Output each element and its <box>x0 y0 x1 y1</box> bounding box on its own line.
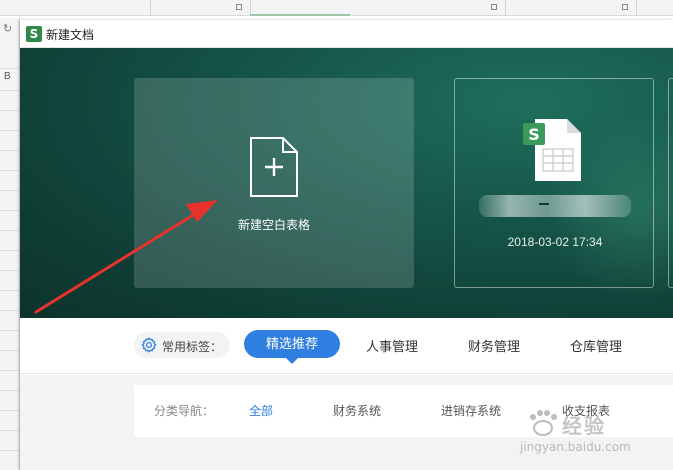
new-blank-spreadsheet-label: 新建空白表格 <box>237 218 310 232</box>
row-header-label: B <box>4 71 11 82</box>
hero-panel: 新建空白表格 S 2018-03-02 17:34 <box>20 48 673 318</box>
resize-handle-icon <box>236 4 242 10</box>
row-line <box>0 110 20 111</box>
sheet-column-header <box>0 0 673 16</box>
column-separator <box>505 0 506 16</box>
row-line <box>0 370 20 371</box>
dialog-titlebar: S 新建文档 <box>20 20 673 48</box>
row-line <box>0 170 20 171</box>
row-line <box>0 210 20 211</box>
row-line <box>0 330 20 331</box>
recent-file-card-partial[interactable] <box>668 78 673 288</box>
watermark-url: jingyan.baidu.com <box>520 440 631 454</box>
common-tags-button[interactable]: 常用标签： <box>134 332 230 358</box>
resize-handle-icon <box>622 4 628 10</box>
new-document-icon <box>250 137 298 197</box>
file-name-fragment <box>539 203 549 205</box>
watermark: 经验 jingyan.baidu.com <box>516 408 666 466</box>
common-tags-label: 常用标签： <box>162 340 223 354</box>
tab-featured[interactable]: 精选推荐 <box>244 330 340 358</box>
row-line <box>0 310 20 311</box>
row-line <box>0 150 20 151</box>
gear-icon <box>141 337 157 353</box>
active-tab-caret <box>286 358 298 364</box>
row-line <box>0 450 20 451</box>
tab-warehouse-management[interactable]: 仓库管理 <box>570 336 622 355</box>
redo-icon[interactable]: ↻ <box>3 22 12 35</box>
blurred-file-name <box>479 195 631 217</box>
spreadsheet-file-icon: S <box>523 119 581 181</box>
category-nav-label: 分类导航： <box>154 404 215 418</box>
row-line <box>0 270 20 271</box>
new-blank-spreadsheet-card[interactable]: 新建空白表格 <box>134 78 414 288</box>
category-finance-system[interactable]: 财务系统 <box>333 402 381 419</box>
row-line <box>0 130 20 131</box>
row-line <box>0 230 20 231</box>
category-all[interactable]: 全部 <box>249 402 273 419</box>
row-line <box>0 190 20 191</box>
tab-hr-management[interactable]: 人事管理 <box>366 336 418 355</box>
recent-file-card[interactable]: S 2018-03-02 17:34 <box>454 78 654 288</box>
row-line <box>0 290 20 291</box>
row-line <box>0 250 20 251</box>
sheet-row-headers: ↻ B <box>0 18 20 470</box>
row-line <box>0 350 20 351</box>
app-logo-icon: S <box>26 26 42 42</box>
recent-file-date: 2018-03-02 17:34 <box>507 235 603 249</box>
template-tag-bar: 常用标签： 精选推荐 人事管理 财务管理 仓库管理 <box>20 318 673 374</box>
paw-logo-icon <box>530 410 557 436</box>
row-line <box>0 68 20 69</box>
row-line <box>0 410 20 411</box>
category-inventory-system[interactable]: 进销存系统 <box>441 402 501 419</box>
column-separator <box>150 0 151 16</box>
row-line <box>0 430 20 431</box>
dialog-title: 新建文档 <box>46 28 95 42</box>
svg-text:S: S <box>528 125 540 144</box>
row-line <box>0 90 20 91</box>
resize-handle-icon <box>491 4 497 10</box>
new-document-dialog: S 新建文档 新建空白表格 S 2018-03-02 17:34 常用标签： 精… <box>20 20 673 470</box>
column-separator <box>636 0 637 16</box>
watermark-text: 经验 <box>562 416 606 438</box>
tab-finance-management[interactable]: 财务管理 <box>468 336 520 355</box>
selection-indicator <box>250 14 350 16</box>
row-line <box>0 390 20 391</box>
